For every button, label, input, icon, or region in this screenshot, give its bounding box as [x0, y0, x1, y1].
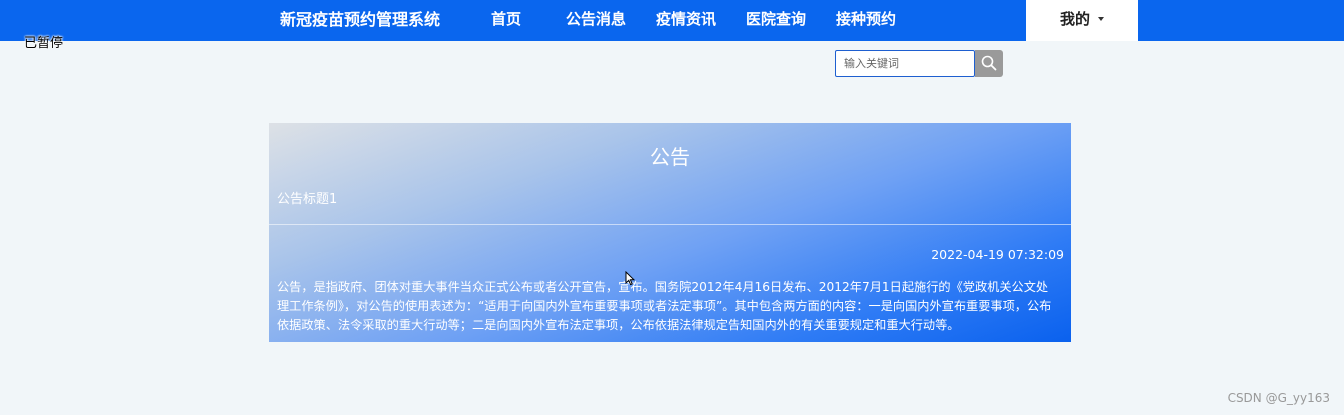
search-icon [981, 55, 997, 71]
top-navbar: 新冠疫苗预约管理系统 首页 公告消息 疫情资讯 医院查询 接种预约 我的 [0, 0, 1344, 41]
notice-date: 2022-04-19 07:32:09 [931, 247, 1064, 262]
nav-epidemic-news[interactable]: 疫情资讯 [656, 0, 716, 41]
nav-home[interactable]: 首页 [491, 0, 521, 41]
user-menu-label: 我的 [1059, 10, 1090, 28]
nav-vaccination-booking[interactable]: 接种预约 [836, 0, 896, 41]
nav-announcements[interactable]: 公告消息 [566, 0, 626, 41]
divider [269, 224, 1071, 225]
paused-overlay-label: 已暂停 [24, 36, 64, 51]
nav-hospital-search[interactable]: 医院查询 [746, 0, 806, 41]
search-input[interactable] [835, 50, 975, 77]
notice-heading: 公告 [650, 145, 690, 169]
notice-card: 公告 公告标题1 2022-04-19 07:32:09 公告，是指政府、团体对… [269, 123, 1071, 342]
user-menu-dropdown[interactable]: 我的 [1026, 0, 1138, 41]
mouse-pointer-icon [625, 271, 635, 286]
caret-down-icon [1098, 16, 1104, 21]
notice-title: 公告标题1 [277, 192, 338, 207]
notice-content: 公告，是指政府、团体对重大事件当众正式公布或者公开宣告，宣布。国务院2012年4… [277, 280, 1052, 332]
search-button[interactable] [975, 50, 1003, 77]
brand-title[interactable]: 新冠疫苗预约管理系统 [280, 0, 440, 41]
watermark-text: CSDN @G_yy163 [1227, 391, 1330, 405]
